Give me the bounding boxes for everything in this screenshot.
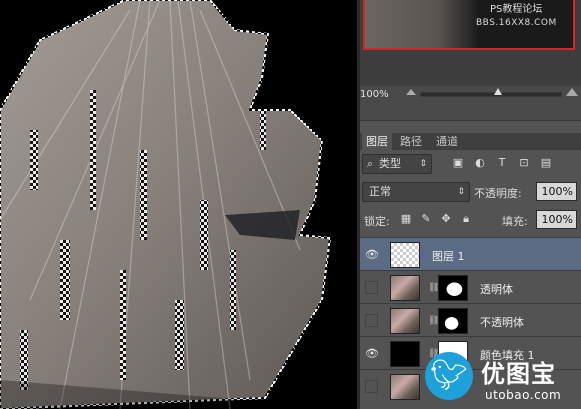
layer-row-transparent[interactable]: ⛓︎ 透明体 (360, 270, 581, 305)
search-icon: ⌕ (367, 157, 374, 170)
lock-label: 锁定: (364, 215, 390, 228)
lock-brush-icon[interactable]: ✎ (420, 213, 432, 225)
logo-url: utobao.com (485, 388, 562, 402)
eye-icon[interactable]: 👁︎ (365, 347, 379, 360)
zoom-slider-handle[interactable] (494, 88, 502, 95)
eye-icon[interactable]: 👁︎ (365, 248, 379, 261)
tab-channels[interactable]: 通道 (432, 133, 462, 150)
bird-logo-icon: 🐦︎ (425, 352, 473, 400)
visibility-toggle[interactable] (365, 380, 378, 393)
lock-row: 锁定: ▦ ✎ ✥ 🔒︎ 填充: 100% (360, 207, 581, 231)
zoom-bar: 100% (360, 86, 581, 121)
blend-mode-dropdown[interactable]: 正常 ⇕ (362, 182, 470, 202)
layer-row-layer1[interactable]: 👁︎ 图层 1 (360, 237, 581, 272)
fill-label: 填充: (502, 215, 528, 228)
shape-filter-icon[interactable]: ⊡ (518, 157, 530, 169)
layer-thumbnail[interactable] (390, 374, 420, 400)
layer-thumbnail[interactable] (390, 242, 420, 268)
layer-name[interactable]: 透明体 (480, 281, 513, 297)
navigator-watermark-url: BBS.16XX8.COM (476, 18, 557, 28)
zoom-slider[interactable] (420, 88, 562, 97)
fill-field[interactable]: 100% (536, 210, 577, 229)
zoom-out-icon[interactable] (406, 89, 416, 95)
veil-image (0, 0, 357, 409)
navigator-panel: PS教程论坛 BBS.16XX8.COM (360, 0, 581, 86)
navigator-watermark-title: PS教程论坛 (490, 4, 543, 15)
layer-row-opaque[interactable]: ⛓︎ 不透明体 (360, 303, 581, 338)
zoom-value[interactable]: 100% (360, 89, 389, 100)
logo-name: 优图宝 (481, 360, 556, 388)
layer-mask-thumbnail[interactable] (438, 308, 468, 334)
tab-layers[interactable]: 图层 (362, 133, 392, 150)
opacity-label: 不透明度: (474, 187, 522, 200)
lock-transparency-icon[interactable]: ▦ (400, 213, 412, 225)
document-canvas[interactable] (0, 0, 357, 409)
link-icon[interactable]: ⛓︎ (428, 316, 439, 326)
layer-thumbnail[interactable] (390, 308, 420, 334)
lock-position-icon[interactable]: ✥ (440, 213, 452, 225)
layer-thumbnail[interactable] (390, 275, 420, 301)
filter-kind-label: 类型 (379, 157, 401, 170)
opacity-field[interactable]: 100% (536, 182, 577, 201)
layer-name[interactable]: 图层 1 (432, 248, 465, 264)
panel-tabs: 图层 路径 通道 (360, 133, 581, 150)
layers-panel-dock: PS教程论坛 BBS.16XX8.COM 100% 图层 路径 通道 ⌕ 类型 … (360, 0, 581, 409)
zoom-in-icon[interactable] (566, 88, 578, 96)
tab-paths[interactable]: 路径 (396, 133, 426, 150)
image-filter-icon[interactable]: ▣ (452, 157, 464, 169)
blend-mode-label: 正常 (369, 185, 391, 198)
visibility-toggle[interactable] (365, 281, 378, 294)
filter-kind-dropdown[interactable]: ⌕ 类型 ⇕ (362, 154, 432, 174)
layer-name[interactable]: 不透明体 (480, 314, 524, 330)
layer-mask-thumbnail[interactable] (438, 275, 468, 301)
blend-row: 正常 ⇕ 不透明度: 100% (360, 179, 581, 203)
text-filter-icon[interactable]: T (496, 157, 508, 169)
adjustment-filter-icon[interactable]: ◐ (474, 157, 486, 169)
layer-filter-row: ⌕ 类型 ⇕ ▣ ◐ T ⊡ ▤ (360, 151, 581, 175)
lock-all-icon[interactable]: 🔒︎ (460, 213, 472, 225)
link-icon[interactable]: ⛓︎ (428, 283, 439, 293)
chevron-updown-icon: ⇕ (419, 159, 427, 169)
visibility-toggle[interactable] (365, 314, 378, 327)
chevron-updown-icon: ⇕ (457, 187, 465, 197)
smart-object-filter-icon[interactable]: ▤ (540, 157, 552, 169)
site-logo: 🐦︎ 优图宝 utobao.com (425, 352, 575, 406)
fill-color-thumbnail[interactable] (390, 341, 420, 367)
